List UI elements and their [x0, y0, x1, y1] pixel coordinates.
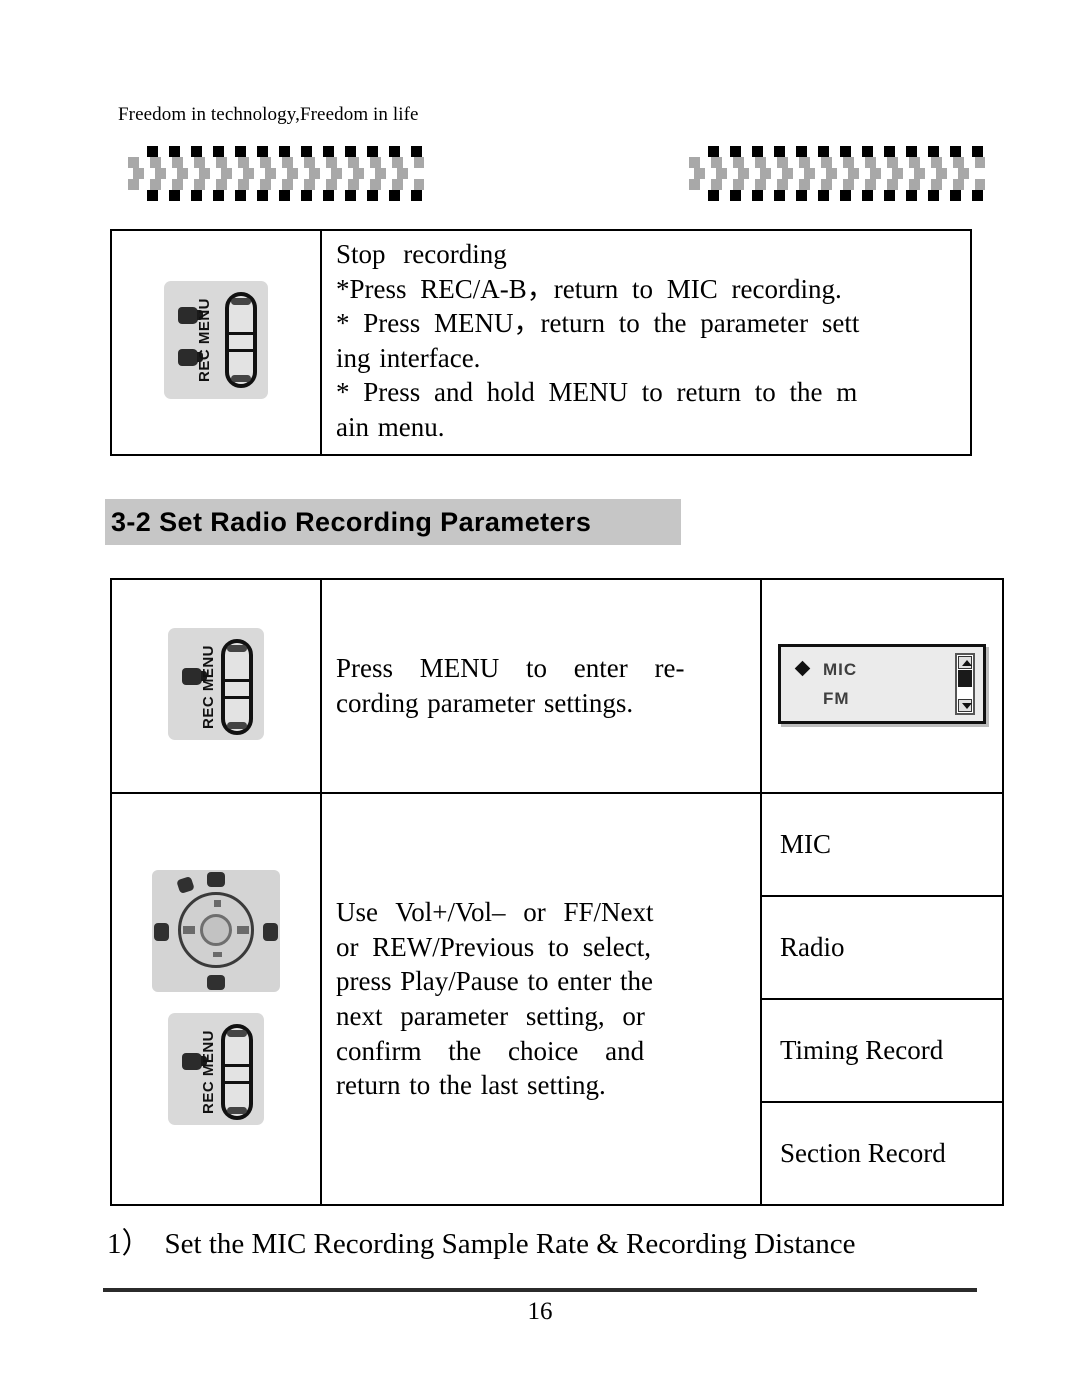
device-illustration-cell: REC MENU	[110, 578, 322, 794]
checkered-bar-right-icon	[683, 146, 985, 202]
scroll-down-arrow-icon[interactable]	[958, 698, 972, 712]
table-row: REC MENU Press MENU to enter re- cording…	[110, 578, 1004, 794]
device-label-rec-menu: REC MENU	[196, 298, 213, 383]
instruction-line: cording parameter settings.	[336, 688, 634, 718]
enter-recording-settings-text-cell: Press MENU to enter re- cording paramete…	[320, 578, 762, 794]
page-number: 16	[527, 1298, 553, 1325]
instruction-line: ain menu.	[336, 411, 445, 442]
document-page: Freedom in technology,Freedom in life RE…	[0, 0, 1080, 1379]
instruction-line: * Press MENU，return to the parameter set…	[336, 308, 860, 339]
lcd-scrollbar[interactable]	[955, 652, 975, 715]
navpad-right-button-icon	[263, 923, 278, 941]
device-rocker-switch-icon	[225, 292, 257, 389]
enter-recording-settings-instructions: Press MENU to enter re- cording paramete…	[336, 651, 746, 720]
stop-recording-text-cell: Stop recording *Press REC/A-B，return to …	[320, 228, 972, 457]
instruction-line: press Play/Pause to enter the	[336, 966, 653, 997]
table-row: REC MENU Use Vol+/Vol– or FF/Next or REW…	[110, 792, 1004, 1206]
navpad-center-button-icon	[200, 914, 232, 946]
scrollbar-thumb[interactable]	[958, 669, 972, 687]
lcd-screen-icon: MIC FM	[778, 643, 986, 724]
menu-item-section-record[interactable]: Section Record	[762, 1102, 1002, 1204]
navigation-pad-device-icon	[152, 870, 280, 992]
device-rocker-switch-icon	[221, 1024, 253, 1120]
instruction-line: Use Vol+/Vol– or FF/Next	[336, 897, 654, 928]
footer-rule	[103, 1288, 977, 1292]
instruction-line: *Press REC/A-B，return to MIC recording.	[336, 273, 842, 304]
device-rocker-switch-icon	[221, 638, 253, 735]
navpad-up-button-icon	[207, 872, 225, 887]
navigation-instructions-cell: Use Vol+/Vol– or FF/Next or REW/Previous…	[320, 792, 762, 1206]
navpad-rew-tick-icon	[183, 926, 195, 934]
section-heading-label: 3-2 Set Radio Recording Parameters	[111, 506, 592, 537]
lcd-screen-cell: MIC FM	[760, 578, 1004, 794]
lcd-item-mic: MIC	[823, 659, 858, 679]
footnote-text: Set the MIC Recording Sample Rate & Reco…	[164, 1228, 856, 1260]
navpad-down-button-icon	[207, 975, 225, 990]
menu-item-mic[interactable]: MIC	[762, 794, 1002, 897]
checkered-bar-left-icon	[122, 146, 424, 202]
navpad-up-tick-icon	[214, 900, 221, 907]
navpad-left-button-icon	[154, 923, 169, 941]
device-label-rec-menu: REC MENU	[200, 644, 217, 729]
rec-menu-button-device-icon: REC MENU	[164, 281, 268, 400]
running-header: Freedom in technology,Freedom in life	[118, 104, 419, 125]
table-stop-recording: REC MENU Stop recording *Press REC/A-B，r…	[110, 228, 972, 457]
menu-item-timing-record[interactable]: Timing Record	[762, 999, 1002, 1103]
device-illustrations-cell: REC MENU	[110, 792, 322, 1206]
instruction-line: return to the last setting.	[336, 1070, 606, 1101]
footnote-line: 1） Set the MIC Recording Sample Rate & Re…	[107, 1220, 856, 1262]
navpad-ff-tick-icon	[237, 926, 249, 934]
navpad-diagonal-button-icon	[176, 876, 195, 894]
selection-diamond-icon	[794, 660, 811, 676]
recmenu-wrapper: REC MENU	[112, 1007, 320, 1142]
instruction-line: next parameter setting, or	[336, 1001, 645, 1031]
instruction-line: Stop recording	[336, 239, 507, 269]
menu-items-cell: MIC Radio Timing Record Section Record	[760, 792, 1004, 1206]
table-row: REC MENU Stop recording *Press REC/A-B，r…	[110, 228, 972, 457]
section-heading: 3-2 Set Radio Recording Parameters	[105, 499, 681, 545]
device-illustration-cell: REC MENU	[110, 228, 322, 457]
device-label-rec-menu: REC MENU	[200, 1030, 217, 1115]
instruction-line: or REW/Previous to select,	[336, 931, 651, 962]
rec-menu-button-device-icon: REC MENU	[168, 627, 264, 740]
instruction-line: ing interface.	[336, 342, 481, 373]
menu-item-radio[interactable]: Radio	[762, 896, 1002, 1000]
stop-recording-instructions: Stop recording *Press REC/A-B，return to …	[336, 237, 958, 444]
lcd-item-fm: FM	[823, 688, 850, 708]
navpad-down-tick-icon	[213, 952, 222, 957]
table-recording-parameters: REC MENU Press MENU to enter re- cording…	[110, 578, 1004, 1206]
instruction-line: * Press and hold MENU to return to the m	[336, 377, 858, 408]
footnote-number: 1）	[107, 1228, 151, 1260]
instruction-line: confirm the choice and	[336, 1035, 645, 1066]
scroll-up-arrow-icon[interactable]	[958, 655, 972, 669]
menu-items-list: MIC Radio Timing Record Section Record	[762, 794, 1002, 1204]
rec-menu-button-device-icon: REC MENU	[168, 1013, 264, 1125]
instruction-line: Press MENU to enter re-	[336, 653, 685, 684]
navigation-instructions: Use Vol+/Vol– or FF/Next or REW/Previous…	[336, 895, 746, 1102]
navpad-wrapper	[112, 856, 320, 1007]
